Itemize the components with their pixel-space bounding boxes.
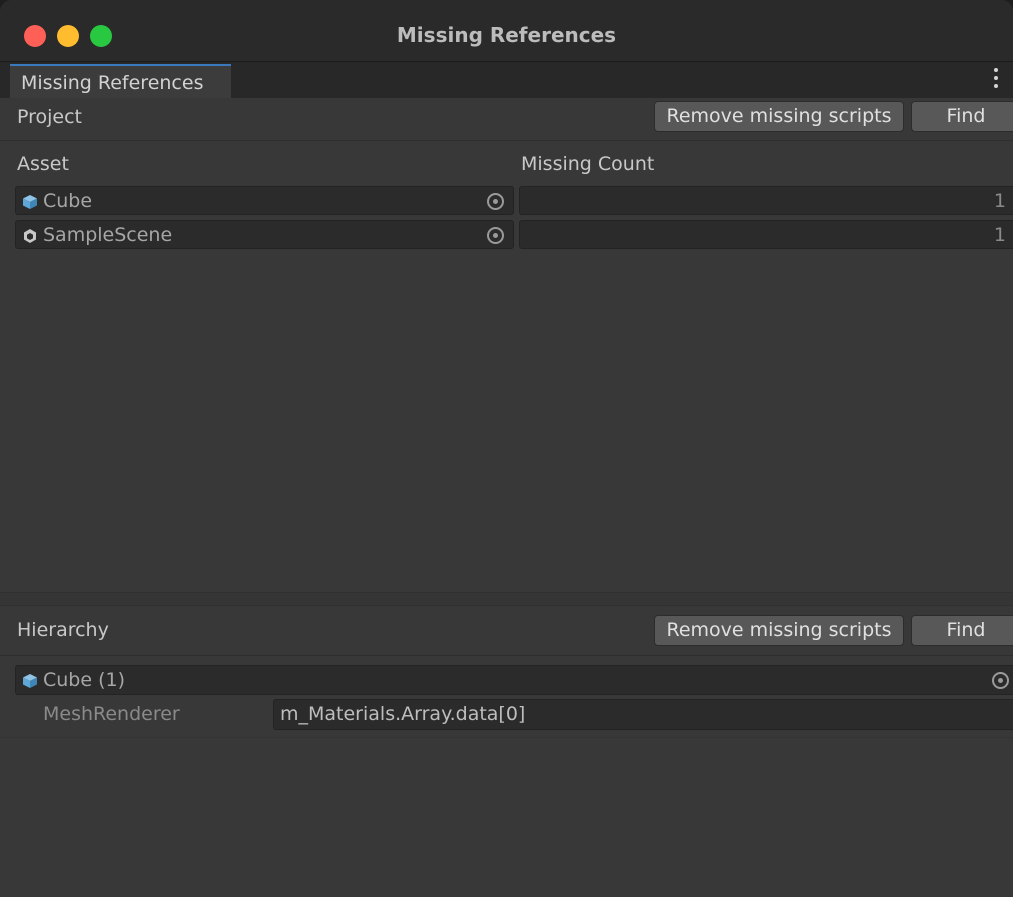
property-path: m_Materials.Array.data[0]: [280, 703, 526, 725]
missing-count-value: 1: [993, 190, 1006, 212]
tab-strip: Missing References: [0, 62, 1013, 98]
panel-splitter[interactable]: [0, 592, 1013, 606]
select-target-icon[interactable]: [487, 193, 504, 210]
missing-count-field: 1: [519, 186, 1013, 215]
table-row[interactable]: Cube 1: [0, 185, 1013, 218]
hierarchy-object-row[interactable]: Cube (1): [15, 665, 1013, 695]
select-target-icon[interactable]: [487, 227, 504, 244]
asset-name: Cube: [43, 190, 93, 212]
project-remove-missing-scripts-button[interactable]: Remove missing scripts: [654, 101, 904, 132]
project-find-button[interactable]: Find: [911, 101, 1013, 132]
property-path-field[interactable]: m_Materials.Array.data[0]: [273, 699, 1013, 730]
asset-field[interactable]: Cube: [15, 186, 514, 215]
object-name: Cube (1): [43, 669, 126, 691]
asset-column-header: Asset: [17, 153, 69, 175]
asset-name: SampleScene: [43, 224, 173, 246]
tab-missing-references[interactable]: Missing References: [10, 64, 231, 98]
project-title: Project: [17, 106, 83, 128]
missing-count-value: 1: [993, 224, 1006, 246]
prefab-cube-icon: [23, 674, 37, 688]
divider: [0, 655, 1013, 656]
select-target-icon[interactable]: [992, 672, 1009, 689]
component-name: MeshRenderer: [43, 703, 180, 725]
hierarchy-find-button[interactable]: Find: [911, 615, 1013, 646]
editor-window: Missing References Missing References Pr…: [0, 0, 1013, 897]
divider: [0, 140, 1013, 141]
missing-count-field: 1: [519, 220, 1013, 249]
table-row[interactable]: SampleScene 1: [0, 219, 1013, 252]
divider: [0, 737, 1013, 738]
missing-count-column-header: Missing Count: [521, 153, 655, 175]
more-options-icon[interactable]: [993, 68, 999, 90]
project-header: Project Remove missing scripts Find: [0, 98, 1013, 142]
asset-field[interactable]: SampleScene: [15, 220, 514, 249]
unity-scene-icon: [24, 229, 36, 243]
hierarchy-remove-missing-scripts-button[interactable]: Remove missing scripts: [654, 615, 904, 646]
window-title: Missing References: [396, 23, 617, 47]
prefab-cube-icon: [23, 195, 37, 209]
title-bar[interactable]: Missing References: [0, 0, 1013, 62]
hierarchy-header: Hierarchy Remove missing scripts Find: [0, 611, 1013, 655]
hierarchy-title: Hierarchy: [17, 619, 109, 641]
